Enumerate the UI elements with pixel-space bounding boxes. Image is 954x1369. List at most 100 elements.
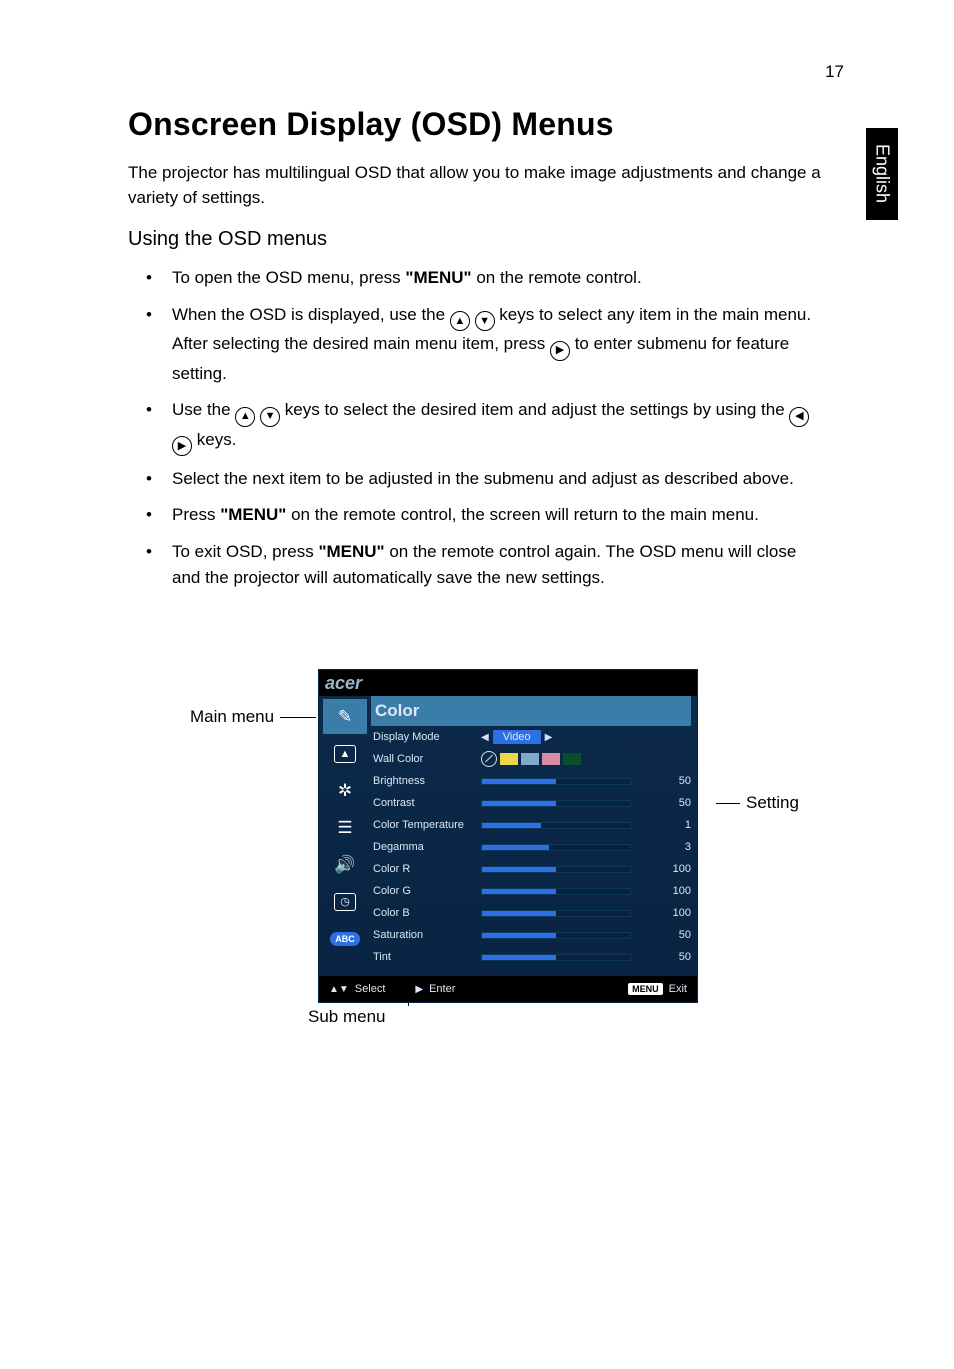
row-value: 1	[663, 819, 691, 831]
row-control	[481, 954, 663, 961]
row-control	[481, 932, 663, 939]
text: When the OSD is displayed, use the	[172, 305, 450, 324]
osd-row: Display Mode◀Video▶	[373, 726, 691, 748]
menu-keyword: "MENU"	[405, 268, 471, 287]
list-item: To open the OSD menu, press "MENU" on th…	[128, 265, 826, 291]
row-control	[481, 910, 663, 917]
section-subheading: Using the OSD menus	[128, 228, 826, 251]
row-name: Wall Color	[373, 753, 481, 765]
label-text: Setting	[746, 793, 799, 812]
row-value: 100	[663, 907, 691, 919]
row-control: ◀Video▶	[481, 730, 663, 744]
sliders-icon: ☰	[323, 810, 367, 845]
speaker-icon: 🔊	[323, 847, 367, 882]
updown-icon: ▲▼	[329, 984, 349, 995]
footer-enter-text: Enter	[429, 983, 455, 995]
osd-row: Tint 50	[373, 946, 691, 968]
row-value: 3	[663, 841, 691, 853]
row-control	[481, 888, 663, 895]
text: Press	[172, 505, 220, 524]
list-item: Select the next item to be adjusted in t…	[128, 466, 826, 492]
up-arrow-icon: ▲	[450, 311, 470, 331]
text: keys.	[197, 430, 237, 449]
osd-diagram: Main menu Setting Sub menu acer ✎▲✲☰🔊◷AB…	[128, 655, 826, 1055]
osd-footer: ▲▼ Select ▶ Enter MENU Exit	[319, 976, 697, 1002]
row-name: Color B	[373, 907, 481, 919]
text: on the remote control.	[472, 268, 642, 287]
footer-enter: ▶ Enter	[415, 983, 455, 995]
right-arrow-icon: ▶	[415, 984, 423, 995]
footer-exit-text: Exit	[669, 983, 687, 995]
sub-menu-label: Sub menu	[308, 1007, 386, 1027]
up-arrow-icon: ▲	[235, 407, 255, 427]
left-arrow-icon: ◀	[789, 407, 809, 427]
clock-icon: ◷	[323, 884, 367, 919]
row-control	[481, 800, 663, 807]
osd-main: Color Display Mode◀Video▶ Wall Color Brigh…	[371, 696, 697, 972]
language-tab: English	[866, 128, 898, 220]
page-title: Onscreen Display (OSD) Menus	[128, 106, 826, 143]
row-name: Color R	[373, 863, 481, 875]
row-value: 100	[663, 885, 691, 897]
row-name: Saturation	[373, 929, 481, 941]
osd-row: Contrast 50	[373, 792, 691, 814]
menu-badge: MENU	[628, 983, 663, 995]
footer-select: ▲▼ Select	[329, 983, 385, 995]
row-value: 50	[663, 797, 691, 809]
row-name: Contrast	[373, 797, 481, 809]
menu-keyword: "MENU"	[220, 505, 286, 524]
row-value: 50	[663, 775, 691, 787]
instruction-list: To open the OSD menu, press "MENU" on th…	[128, 265, 826, 591]
row-control	[481, 751, 663, 767]
osd-panel: acer ✎▲✲☰🔊◷ABC Color Display Mode◀Video▶…	[318, 669, 698, 1003]
list-item: Press "MENU" on the remote control, the …	[128, 502, 826, 528]
footer-exit: MENU Exit	[628, 983, 687, 995]
main-menu-label: Main menu	[190, 707, 316, 727]
row-name: Color Temperature	[373, 819, 481, 831]
acer-logo: acer	[325, 673, 362, 694]
brush-icon: ✎	[323, 699, 367, 734]
osd-sidebar: ✎▲✲☰🔊◷ABC	[319, 696, 371, 972]
row-control	[481, 866, 663, 873]
setting-label: Setting	[716, 793, 799, 813]
text: keys to select the desired item and adju…	[285, 400, 790, 419]
label-text: Main menu	[190, 707, 274, 726]
osd-row: Saturation 50	[373, 924, 691, 946]
text: on the remote control, the screen will r…	[286, 505, 758, 524]
list-item: Use the ▲ ▼ keys to select the desired i…	[128, 397, 826, 456]
page-number: 17	[825, 62, 844, 82]
list-item: When the OSD is displayed, use the ▲ ▼ k…	[128, 302, 826, 387]
abc-icon: ABC	[323, 921, 367, 956]
gear-icon: ✲	[323, 773, 367, 808]
row-control	[481, 822, 663, 829]
down-arrow-icon: ▼	[475, 311, 495, 331]
picture-icon: ▲	[323, 736, 367, 771]
intro-text: The projector has multilingual OSD that …	[128, 161, 826, 210]
osd-row: Color R 100	[373, 858, 691, 880]
osd-row: Degamma 3	[373, 836, 691, 858]
osd-row: Color Temperature 1	[373, 814, 691, 836]
row-value: 50	[663, 951, 691, 963]
down-arrow-icon: ▼	[260, 407, 280, 427]
osd-row: Color G 100	[373, 880, 691, 902]
osd-header: acer	[319, 670, 697, 696]
footer-select-text: Select	[355, 983, 386, 995]
text: To open the OSD menu, press	[172, 268, 405, 287]
row-name: Degamma	[373, 841, 481, 853]
osd-section-title: Color	[371, 696, 691, 726]
osd-row: Color B 100	[373, 902, 691, 924]
text: Use the	[172, 400, 235, 419]
osd-row: Brightness 50	[373, 770, 691, 792]
menu-keyword: "MENU"	[318, 542, 384, 561]
row-value: 50	[663, 929, 691, 941]
text: To exit OSD, press	[172, 542, 318, 561]
row-name: Brightness	[373, 775, 481, 787]
row-name: Tint	[373, 951, 481, 963]
right-arrow-icon: ▶	[172, 436, 192, 456]
row-control	[481, 778, 663, 785]
list-item: To exit OSD, press "MENU" on the remote …	[128, 539, 826, 592]
row-value: 100	[663, 863, 691, 875]
right-arrow-icon: ▶	[550, 341, 570, 361]
row-control	[481, 844, 663, 851]
row-name: Color G	[373, 885, 481, 897]
